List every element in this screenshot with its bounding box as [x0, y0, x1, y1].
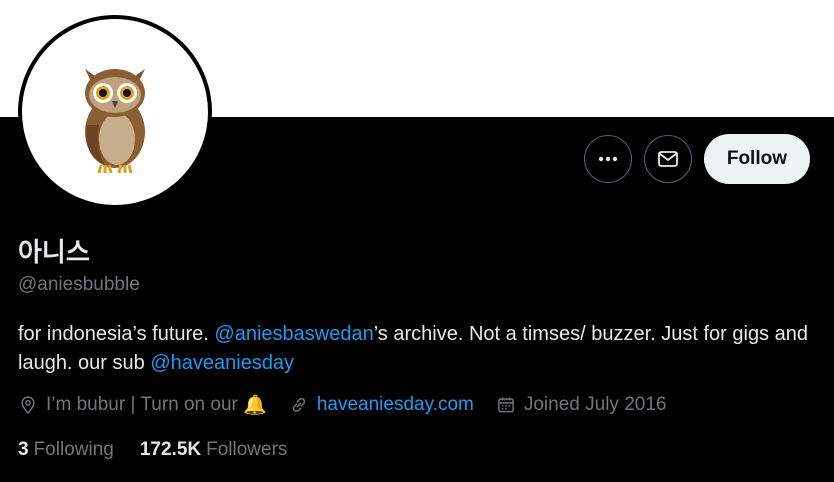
website-item: haveaniesday.com: [289, 394, 474, 416]
followers-label: Followers: [206, 439, 288, 460]
following-link[interactable]: 3 Following: [18, 439, 114, 461]
bio-mention-link[interactable]: @aniesbaswedan: [214, 323, 373, 345]
location-item: I’m bubur | Turn on our 🔔: [18, 393, 267, 417]
followers-link[interactable]: 172.5K Followers: [140, 439, 288, 461]
following-count: 3: [18, 439, 29, 460]
website-link[interactable]: haveaniesday.com: [317, 394, 474, 416]
more-button[interactable]: [583, 135, 632, 183]
joined-item: Joined July 2016: [496, 394, 667, 416]
following-label: Following: [33, 439, 114, 460]
user-handle: @aniesbubble: [18, 274, 140, 295]
followers-count: 172.5K: [139, 439, 202, 460]
message-button[interactable]: [643, 135, 692, 183]
profile-bio: for indonesia’s future. @aniesbaswedan’s…: [18, 320, 808, 378]
more-icon: [598, 156, 618, 162]
calendar-icon: [498, 397, 514, 413]
link-icon: [292, 397, 306, 413]
follow-button[interactable]: Follow: [703, 134, 810, 184]
envelope-icon: [657, 151, 678, 167]
location-pin-icon: [21, 396, 35, 414]
bio-text: for indonesia’s future.: [18, 323, 215, 345]
bell-emoji: 🔔: [243, 395, 267, 416]
location-text: I’m bubur | Turn on our: [46, 394, 238, 415]
bio-mention-link[interactable]: @haveaniesday: [150, 352, 294, 374]
profile-meta: I’m bubur | Turn on our 🔔 haveaniesday.c…: [18, 393, 688, 417]
owl-avatar-image: [85, 69, 145, 174]
profile-avatar[interactable]: [18, 15, 212, 209]
joined-text: Joined July 2016: [523, 394, 667, 415]
profile-stats: 3 Following 172.5K Followers: [18, 439, 313, 461]
display-name: 아니스: [18, 238, 90, 268]
profile-actions: Follow: [583, 134, 810, 184]
